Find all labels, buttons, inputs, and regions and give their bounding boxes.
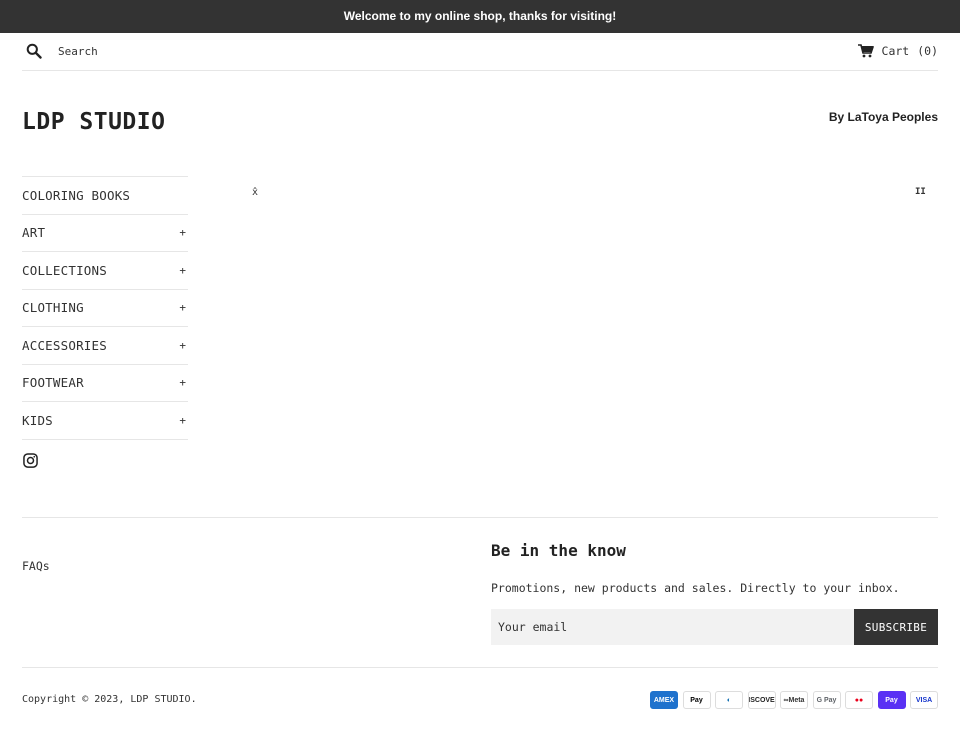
newsletter-text: Promotions, new products and sales. Dire… xyxy=(491,581,900,595)
announcement-bar: Welcome to my online shop, thanks for vi… xyxy=(0,0,960,33)
sidebar-item-footwear[interactable]: FOOTWEAR + xyxy=(22,365,188,402)
sidebar-item-kids[interactable]: KIDS + xyxy=(22,402,188,440)
search-icon[interactable] xyxy=(26,43,42,59)
sidebar-item-accessories[interactable]: ACCESSORIES + xyxy=(22,327,188,365)
slider-pause-icon[interactable]: II xyxy=(915,187,926,197)
footer-divider xyxy=(22,517,938,518)
sidebar-item-label: CLOTHING xyxy=(22,300,84,316)
sidebar-nav: COLORING BOOKS ART + COLLECTIONS + CLOTH… xyxy=(22,176,188,440)
slider-prev-icon[interactable]: x̂ xyxy=(252,187,258,198)
site-tagline: By LaToya Peoples xyxy=(828,110,938,124)
cart-label: Cart xyxy=(881,44,910,58)
expand-plus-icon[interactable]: + xyxy=(179,264,186,277)
cart-count: (0) xyxy=(917,44,938,58)
sidebar-item-label: ART xyxy=(22,225,46,241)
search-input[interactable] xyxy=(58,42,358,60)
mastercard-icon: ●● xyxy=(845,691,873,709)
expand-plus-icon[interactable]: + xyxy=(179,301,186,314)
american-express-icon: AMEX xyxy=(650,691,678,709)
sidebar-item-coloring-books[interactable]: COLORING BOOKS xyxy=(22,177,188,215)
site-logo[interactable]: LDP STUDIO xyxy=(22,109,165,135)
instagram-icon[interactable] xyxy=(23,453,38,468)
sidebar-item-label: ACCESSORIES xyxy=(22,337,107,353)
sidebar-item-label: FOOTWEAR xyxy=(22,375,84,391)
newsletter-title: Be in the know xyxy=(491,541,626,560)
copyright-text: Copyright © 2023, LDP STUDIO. xyxy=(22,694,197,705)
subscribe-button[interactable]: SUBSCRIBE xyxy=(854,609,938,645)
diners-club-icon: ◐ xyxy=(715,691,743,709)
sidebar-item-label: COLORING BOOKS xyxy=(22,187,131,203)
cart-icon xyxy=(857,44,874,58)
discover-icon: DISCOVER xyxy=(747,691,776,709)
sidebar-item-art[interactable]: ART + xyxy=(22,215,188,252)
sidebar-item-collections[interactable]: COLLECTIONS + xyxy=(22,252,188,290)
sidebar-item-label: COLLECTIONS xyxy=(22,262,107,278)
expand-plus-icon[interactable]: + xyxy=(179,226,186,239)
expand-plus-icon[interactable]: + xyxy=(179,414,186,427)
expand-plus-icon[interactable]: + xyxy=(179,339,186,352)
payment-icons: AMEX Pay◐DISCOVER∞MetaG Pay●●PayVISA xyxy=(650,691,938,709)
apple-pay-icon: Pay xyxy=(682,691,711,709)
email-field[interactable] xyxy=(491,609,854,645)
visa-icon: VISA xyxy=(910,691,938,709)
cart-link[interactable]: Cart (0) xyxy=(857,44,938,58)
top-bar: Cart (0) xyxy=(22,33,938,71)
footer-link-faqs[interactable]: FAQs xyxy=(22,559,50,573)
meta-pay-icon: ∞Meta xyxy=(780,691,808,709)
sidebar-item-clothing[interactable]: CLOTHING + xyxy=(22,290,188,327)
shop-pay-icon: Pay xyxy=(877,691,906,709)
footer-bottom-divider xyxy=(22,667,938,668)
google-pay-icon: G Pay xyxy=(812,691,841,709)
sidebar-item-label: KIDS xyxy=(22,412,53,428)
expand-plus-icon[interactable]: + xyxy=(179,376,186,389)
